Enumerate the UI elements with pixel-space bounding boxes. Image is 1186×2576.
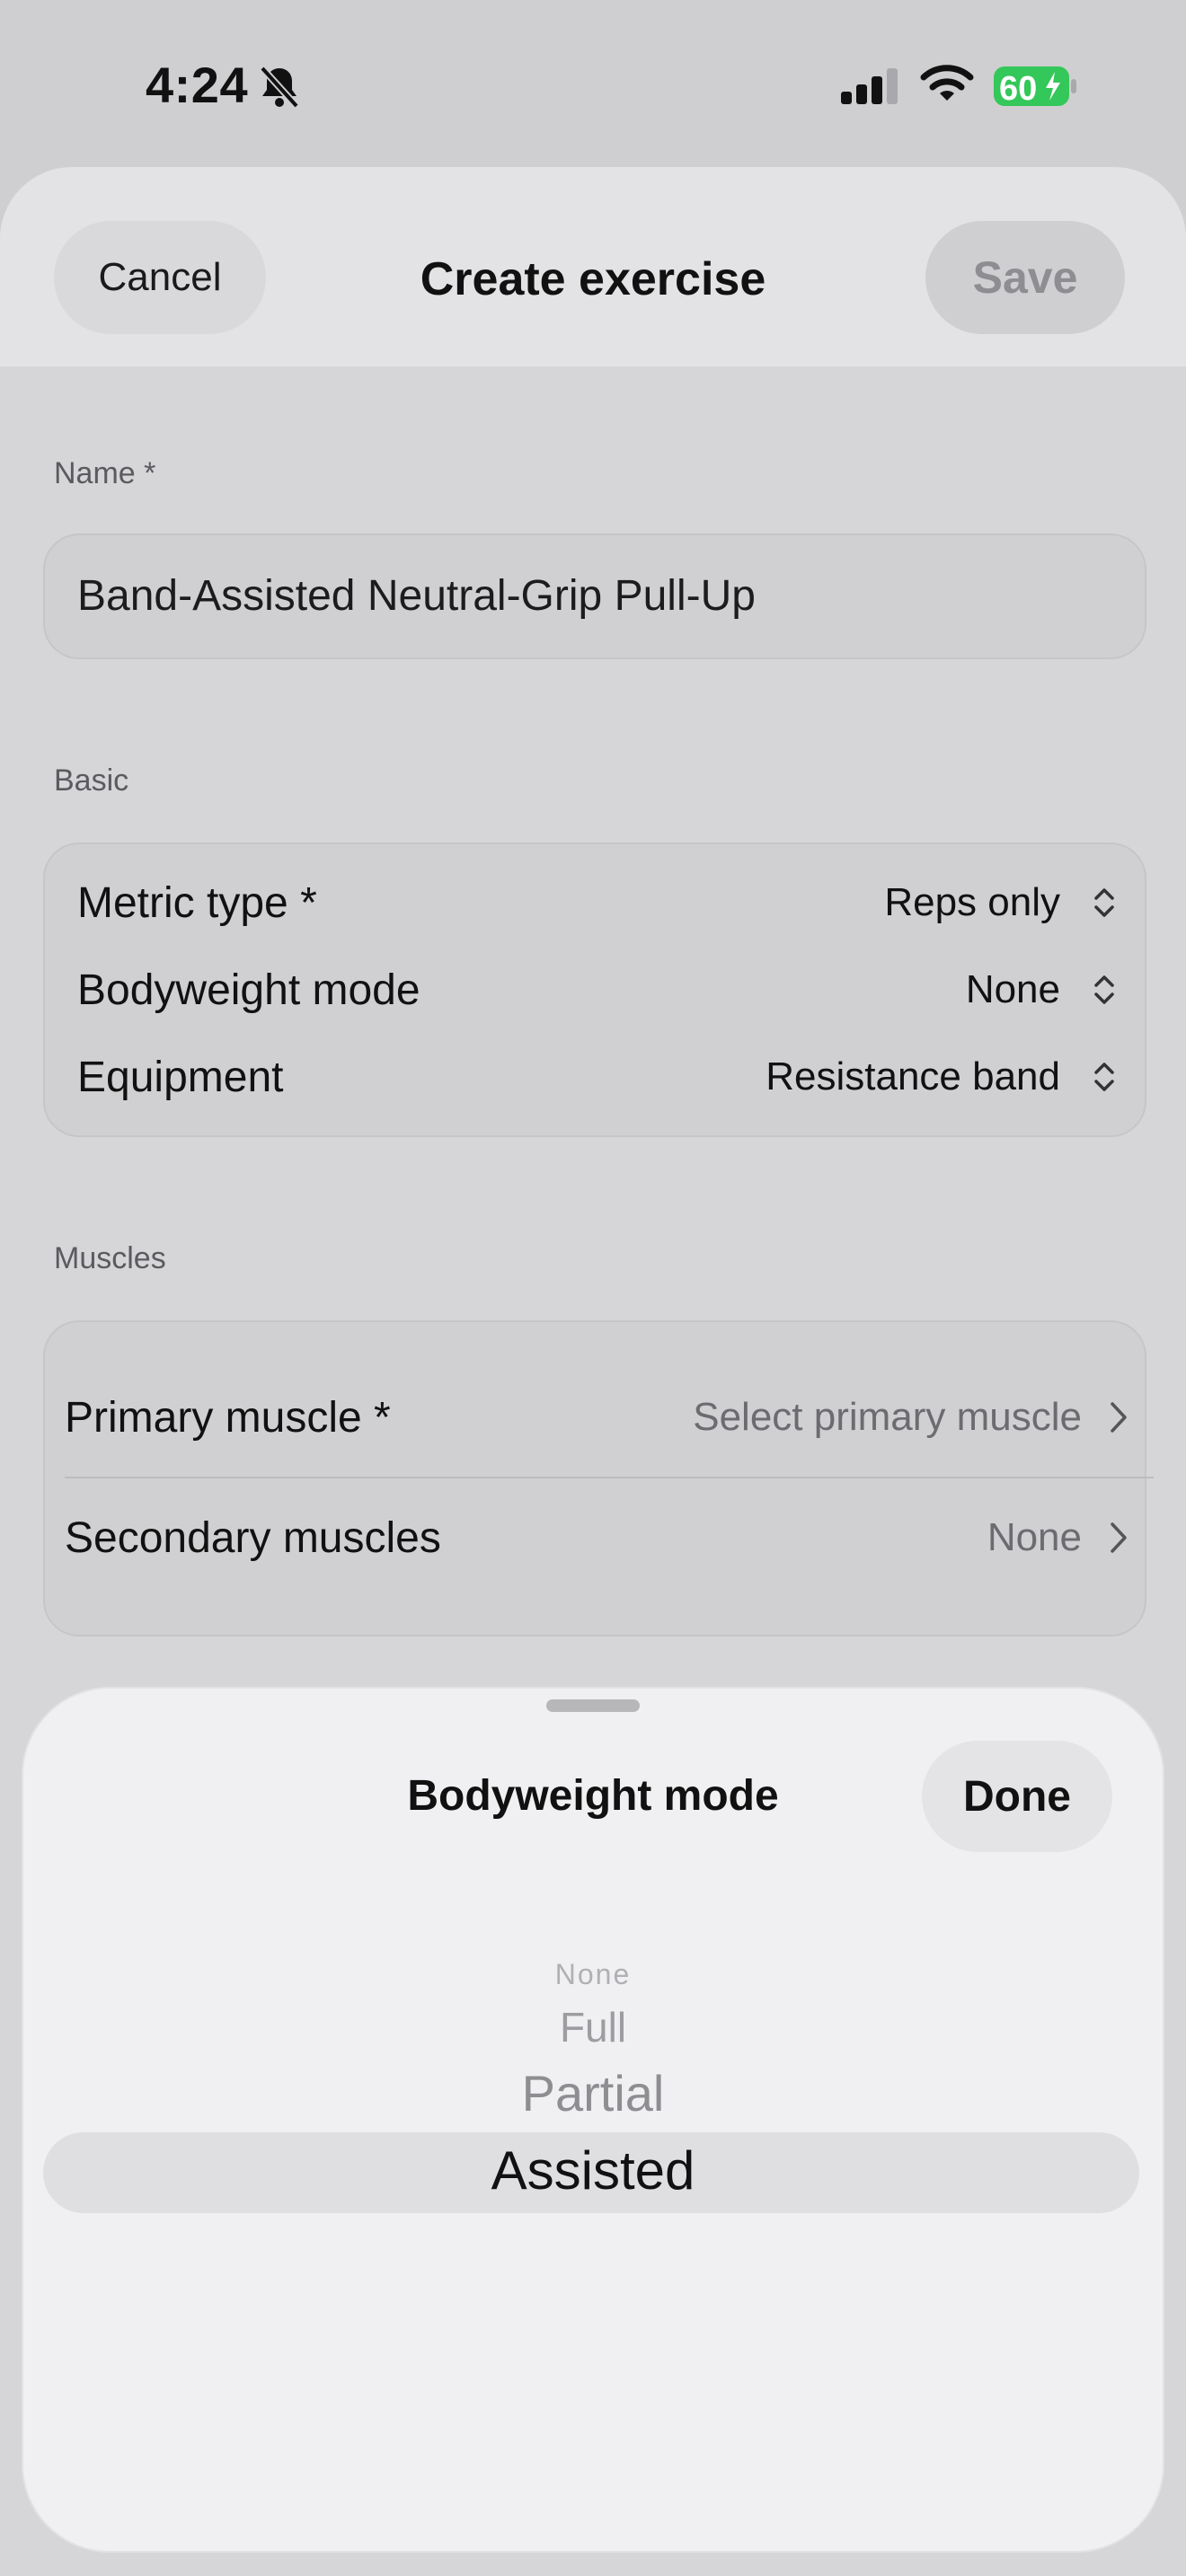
- muscles-section-label: Muscles: [54, 1241, 166, 1275]
- basic-section-label: Basic: [54, 763, 129, 798]
- equipment-row[interactable]: Equipment Resistance band: [77, 1037, 1118, 1117]
- nav-bar: Cancel Create exercise Save: [0, 167, 1186, 366]
- picker-option-assisted-selected[interactable]: Assisted: [23, 2139, 1163, 2201]
- muscles-divider: [65, 1477, 1154, 1478]
- chevron-up-down-icon: [1094, 1063, 1114, 1091]
- name-section-label: Name *: [54, 456, 156, 490]
- bodyweight-mode-row[interactable]: Bodyweight mode None: [77, 949, 1118, 1030]
- basic-card: Metric type * Reps only Bodyweight mode …: [43, 842, 1146, 1137]
- status-time: 4:24: [146, 57, 249, 113]
- sheet-grabber[interactable]: [546, 1699, 640, 1712]
- chevron-up-down-icon: [1094, 975, 1114, 1004]
- name-input-value[interactable]: Band-Assisted Neutral-Grip Pull-Up: [77, 571, 756, 621]
- chevron-right-icon: [1111, 1402, 1127, 1433]
- battery-charging-icon: 60: [994, 66, 1076, 108]
- save-button[interactable]: Save: [925, 221, 1125, 334]
- secondary-muscles-value: None: [987, 1515, 1082, 1559]
- equipment-label: Equipment: [77, 1053, 284, 1101]
- battery-level: 60: [999, 70, 1037, 108]
- wifi-icon: [920, 65, 974, 101]
- metric-type-value: Reps only: [884, 880, 1060, 924]
- bell-slash-icon: [260, 66, 299, 109]
- done-button[interactable]: Done: [922, 1741, 1112, 1852]
- picker-option-partial[interactable]: Partial: [23, 2064, 1163, 2122]
- secondary-muscles-label: Secondary muscles: [65, 1513, 441, 1562]
- primary-muscle-row[interactable]: Primary muscle * Select primary muscle: [65, 1363, 1128, 1471]
- bodyweight-mode-value: None: [965, 967, 1060, 1011]
- name-field[interactable]: Band-Assisted Neutral-Grip Pull-Up: [43, 534, 1146, 659]
- secondary-muscles-row[interactable]: Secondary muscles None: [65, 1484, 1128, 1592]
- primary-muscle-label: Primary muscle *: [65, 1393, 391, 1442]
- bodyweight-mode-picker-sheet: Bodyweight mode Done None Full Partial A…: [23, 1689, 1163, 2551]
- primary-muscle-value: Select primary muscle: [693, 1395, 1082, 1439]
- equipment-value: Resistance band: [766, 1054, 1060, 1098]
- picker-option-none[interactable]: None: [23, 1958, 1163, 1991]
- bodyweight-mode-label: Bodyweight mode: [77, 966, 420, 1014]
- chevron-up-down-icon: [1094, 888, 1114, 917]
- metric-type-label: Metric type *: [77, 878, 317, 927]
- cellular-signal-icon: [841, 68, 898, 104]
- status-bar: 4:24 60: [0, 0, 1186, 171]
- picker-option-full[interactable]: Full: [23, 2003, 1163, 2051]
- metric-type-row[interactable]: Metric type * Reps only: [77, 862, 1118, 943]
- chevron-right-icon: [1111, 1522, 1127, 1553]
